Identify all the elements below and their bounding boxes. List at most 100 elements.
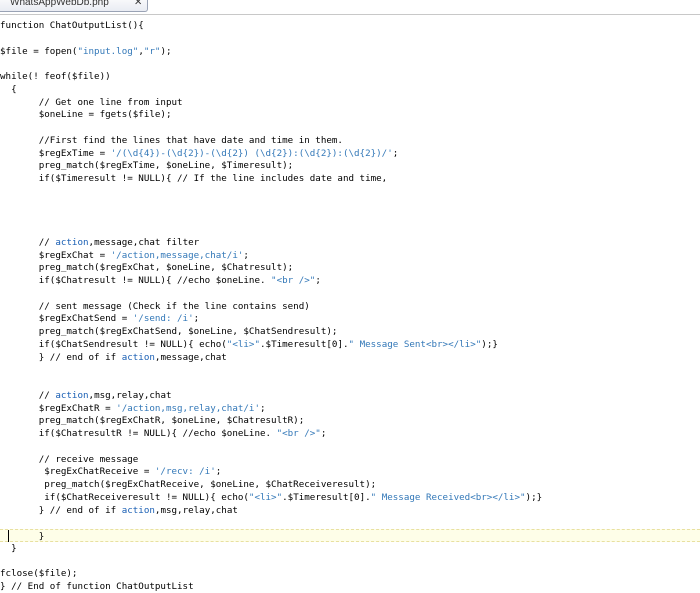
code-token: preg_match($regExTime, $oneLine, $Timere…	[0, 160, 294, 172]
code-token: $regExChatReceive =	[0, 466, 155, 478]
code-line[interactable]	[0, 121, 700, 134]
code-token: $regExTime =	[0, 147, 111, 159]
code-line[interactable]: $regExChat = '/action,message,chat/i';	[0, 249, 700, 262]
code-token: action	[55, 236, 89, 248]
code-line[interactable]: // Get one line from input	[0, 96, 700, 109]
code-line[interactable]: {	[0, 83, 700, 96]
code-line[interactable]: if($ChatReceiveresult != NULL){ echo("<l…	[0, 491, 700, 504]
code-token: if($ChatReceiveresult != NULL){ echo(	[0, 491, 249, 503]
code-line[interactable]: if($Chatresult != NULL){ //echo $oneLine…	[0, 274, 700, 287]
code-token: "input.log"	[77, 45, 139, 57]
code-token: ;	[243, 249, 249, 261]
code-token: // receive message	[0, 453, 139, 465]
code-token: '/(\d{4})-(\d{2})-(\d{2}) (\d{2}):(\d{2}…	[110, 147, 393, 159]
code-token: } // End of function ChatOutputList	[0, 581, 194, 592]
code-token: $regExChatR =	[0, 402, 117, 414]
code-line[interactable]: // action,msg,relay,chat	[0, 389, 700, 402]
code-line[interactable]: preg_match($regExChat, $oneLine, $Chatre…	[0, 261, 700, 274]
code-token: }	[0, 542, 17, 554]
code-token: " Message Sent<br></li>"	[348, 338, 482, 350]
close-tab-icon[interactable]: ✕	[134, 0, 142, 10]
code-line[interactable]: preg_match($regExChatReceive, $oneLine, …	[0, 478, 700, 491]
file-tab-label: WhatsAppWebDb.php	[10, 0, 109, 8]
code-token: ;	[215, 466, 222, 478]
code-token: ,message,chat filter	[88, 236, 200, 248]
code-line[interactable]: if($ChatSendresult != NULL){ echo("<li>"…	[0, 338, 700, 351]
code-token: .$Timeresult[0].	[282, 491, 371, 503]
code-line[interactable]: $regExTime = '/(\d{4})-(\d{2})-(\d{2}) (…	[0, 147, 700, 160]
code-line[interactable]: // receive message	[0, 453, 700, 466]
code-line[interactable]	[0, 185, 700, 198]
code-line[interactable]: fclose($file);	[0, 567, 700, 580]
code-line[interactable]	[0, 440, 700, 453]
code-token: ;	[315, 275, 321, 286]
code-token: );}	[481, 338, 498, 350]
code-token: "<li>"	[248, 491, 283, 503]
code-token: if($ChatSendresult != NULL){ echo(	[0, 338, 227, 350]
code-token: $regExChatSend =	[0, 313, 133, 325]
code-line[interactable]: $oneLine = fgets($file);	[0, 108, 700, 121]
code-line[interactable]: } // End of function ChatOutputList	[0, 580, 700, 593]
code-line[interactable]: // sent message (Check if the line conta…	[0, 300, 700, 313]
code-line[interactable]: if($ChatresultR != NULL){ //echo $oneLin…	[0, 427, 700, 440]
code-token: ,message,chat	[154, 351, 227, 363]
code-token: {	[0, 83, 17, 95]
code-token: "<br />"	[271, 275, 316, 286]
code-token: fclose($file);	[0, 568, 78, 580]
code-line[interactable]: $regExChatSend = '/send: /i';	[0, 312, 700, 325]
code-token: " Message Received<br></li>"	[370, 491, 526, 503]
code-token: ;	[260, 402, 266, 414]
code-line[interactable]: $regExChatR = '/action,msg,relay,chat/i'…	[0, 402, 700, 415]
code-token: ;	[193, 313, 200, 325]
code-token: ,msg,relay,chat	[154, 504, 238, 516]
code-line[interactable]	[0, 32, 700, 45]
code-token: preg_match($regExChatReceive, $oneLine, …	[0, 479, 377, 490]
code-line[interactable]: } // end of if action,message,chat	[0, 351, 700, 364]
code-line[interactable]	[0, 198, 700, 211]
code-token: "<br />"	[276, 428, 321, 439]
code-line[interactable]: preg_match($regExChatSend, $oneLine, $Ch…	[0, 325, 700, 338]
code-line[interactable]	[0, 210, 700, 223]
code-token: .$Timeresult[0].	[260, 338, 349, 350]
code-line[interactable]	[0, 287, 700, 300]
file-tab[interactable]: WhatsAppWebDb.php ✕	[0, 0, 148, 12]
current-code-line[interactable]: }	[0, 529, 700, 542]
code-token: }	[0, 531, 45, 542]
code-line[interactable]	[0, 223, 700, 236]
code-token: '/send: /i'	[132, 313, 194, 325]
code-line[interactable]	[0, 363, 700, 376]
code-editor[interactable]: function ChatOutputList(){ $file = fopen(…	[0, 19, 700, 592]
code-token: action	[55, 389, 89, 401]
code-line[interactable]: //First find the lines that have date an…	[0, 134, 700, 147]
code-line[interactable]	[0, 516, 700, 529]
code-token: ;	[392, 147, 399, 159]
code-line[interactable]	[0, 555, 700, 568]
code-line[interactable]: while(! feof($file))	[0, 70, 700, 83]
code-line[interactable]: }	[0, 542, 700, 555]
code-line[interactable]: } // end of if action,msg,relay,chat	[0, 504, 700, 517]
code-token: action	[121, 504, 155, 516]
code-line[interactable]: preg_match($regExTime, $oneLine, $Timere…	[0, 159, 700, 172]
code-token: } // end of if	[0, 351, 122, 363]
code-line[interactable]	[0, 57, 700, 70]
code-line[interactable]: $file = fopen("input.log","r");	[0, 45, 700, 58]
code-token: $oneLine = fgets($file);	[0, 109, 172, 121]
code-token: ,msg,relay,chat	[88, 389, 172, 401]
code-line[interactable]: // action,message,chat filter	[0, 236, 700, 249]
code-line[interactable]	[0, 376, 700, 389]
code-token: );	[160, 45, 172, 57]
code-token: function ChatOutputList(){	[0, 20, 144, 31]
code-token: while(! feof($file))	[0, 71, 111, 82]
code-token: "<li>"	[226, 338, 260, 350]
text-cursor	[8, 530, 9, 542]
code-line[interactable]: if($Timeresult != NULL){ // If the line …	[0, 172, 700, 185]
code-token: action	[121, 351, 155, 363]
code-token: ;	[320, 428, 327, 439]
code-line[interactable]: function ChatOutputList(){	[0, 19, 700, 32]
code-token: '/recv: /i'	[154, 466, 216, 478]
code-line[interactable]: $regExChatReceive = '/recv: /i';	[0, 465, 700, 478]
code-token: preg_match($regExChatR, $oneLine, $Chatr…	[0, 415, 305, 427]
code-token: $regExChat =	[0, 249, 111, 261]
code-token: preg_match($regExChatSend, $oneLine, $Ch…	[0, 326, 338, 337]
code-line[interactable]: preg_match($regExChatR, $oneLine, $Chatr…	[0, 414, 700, 427]
